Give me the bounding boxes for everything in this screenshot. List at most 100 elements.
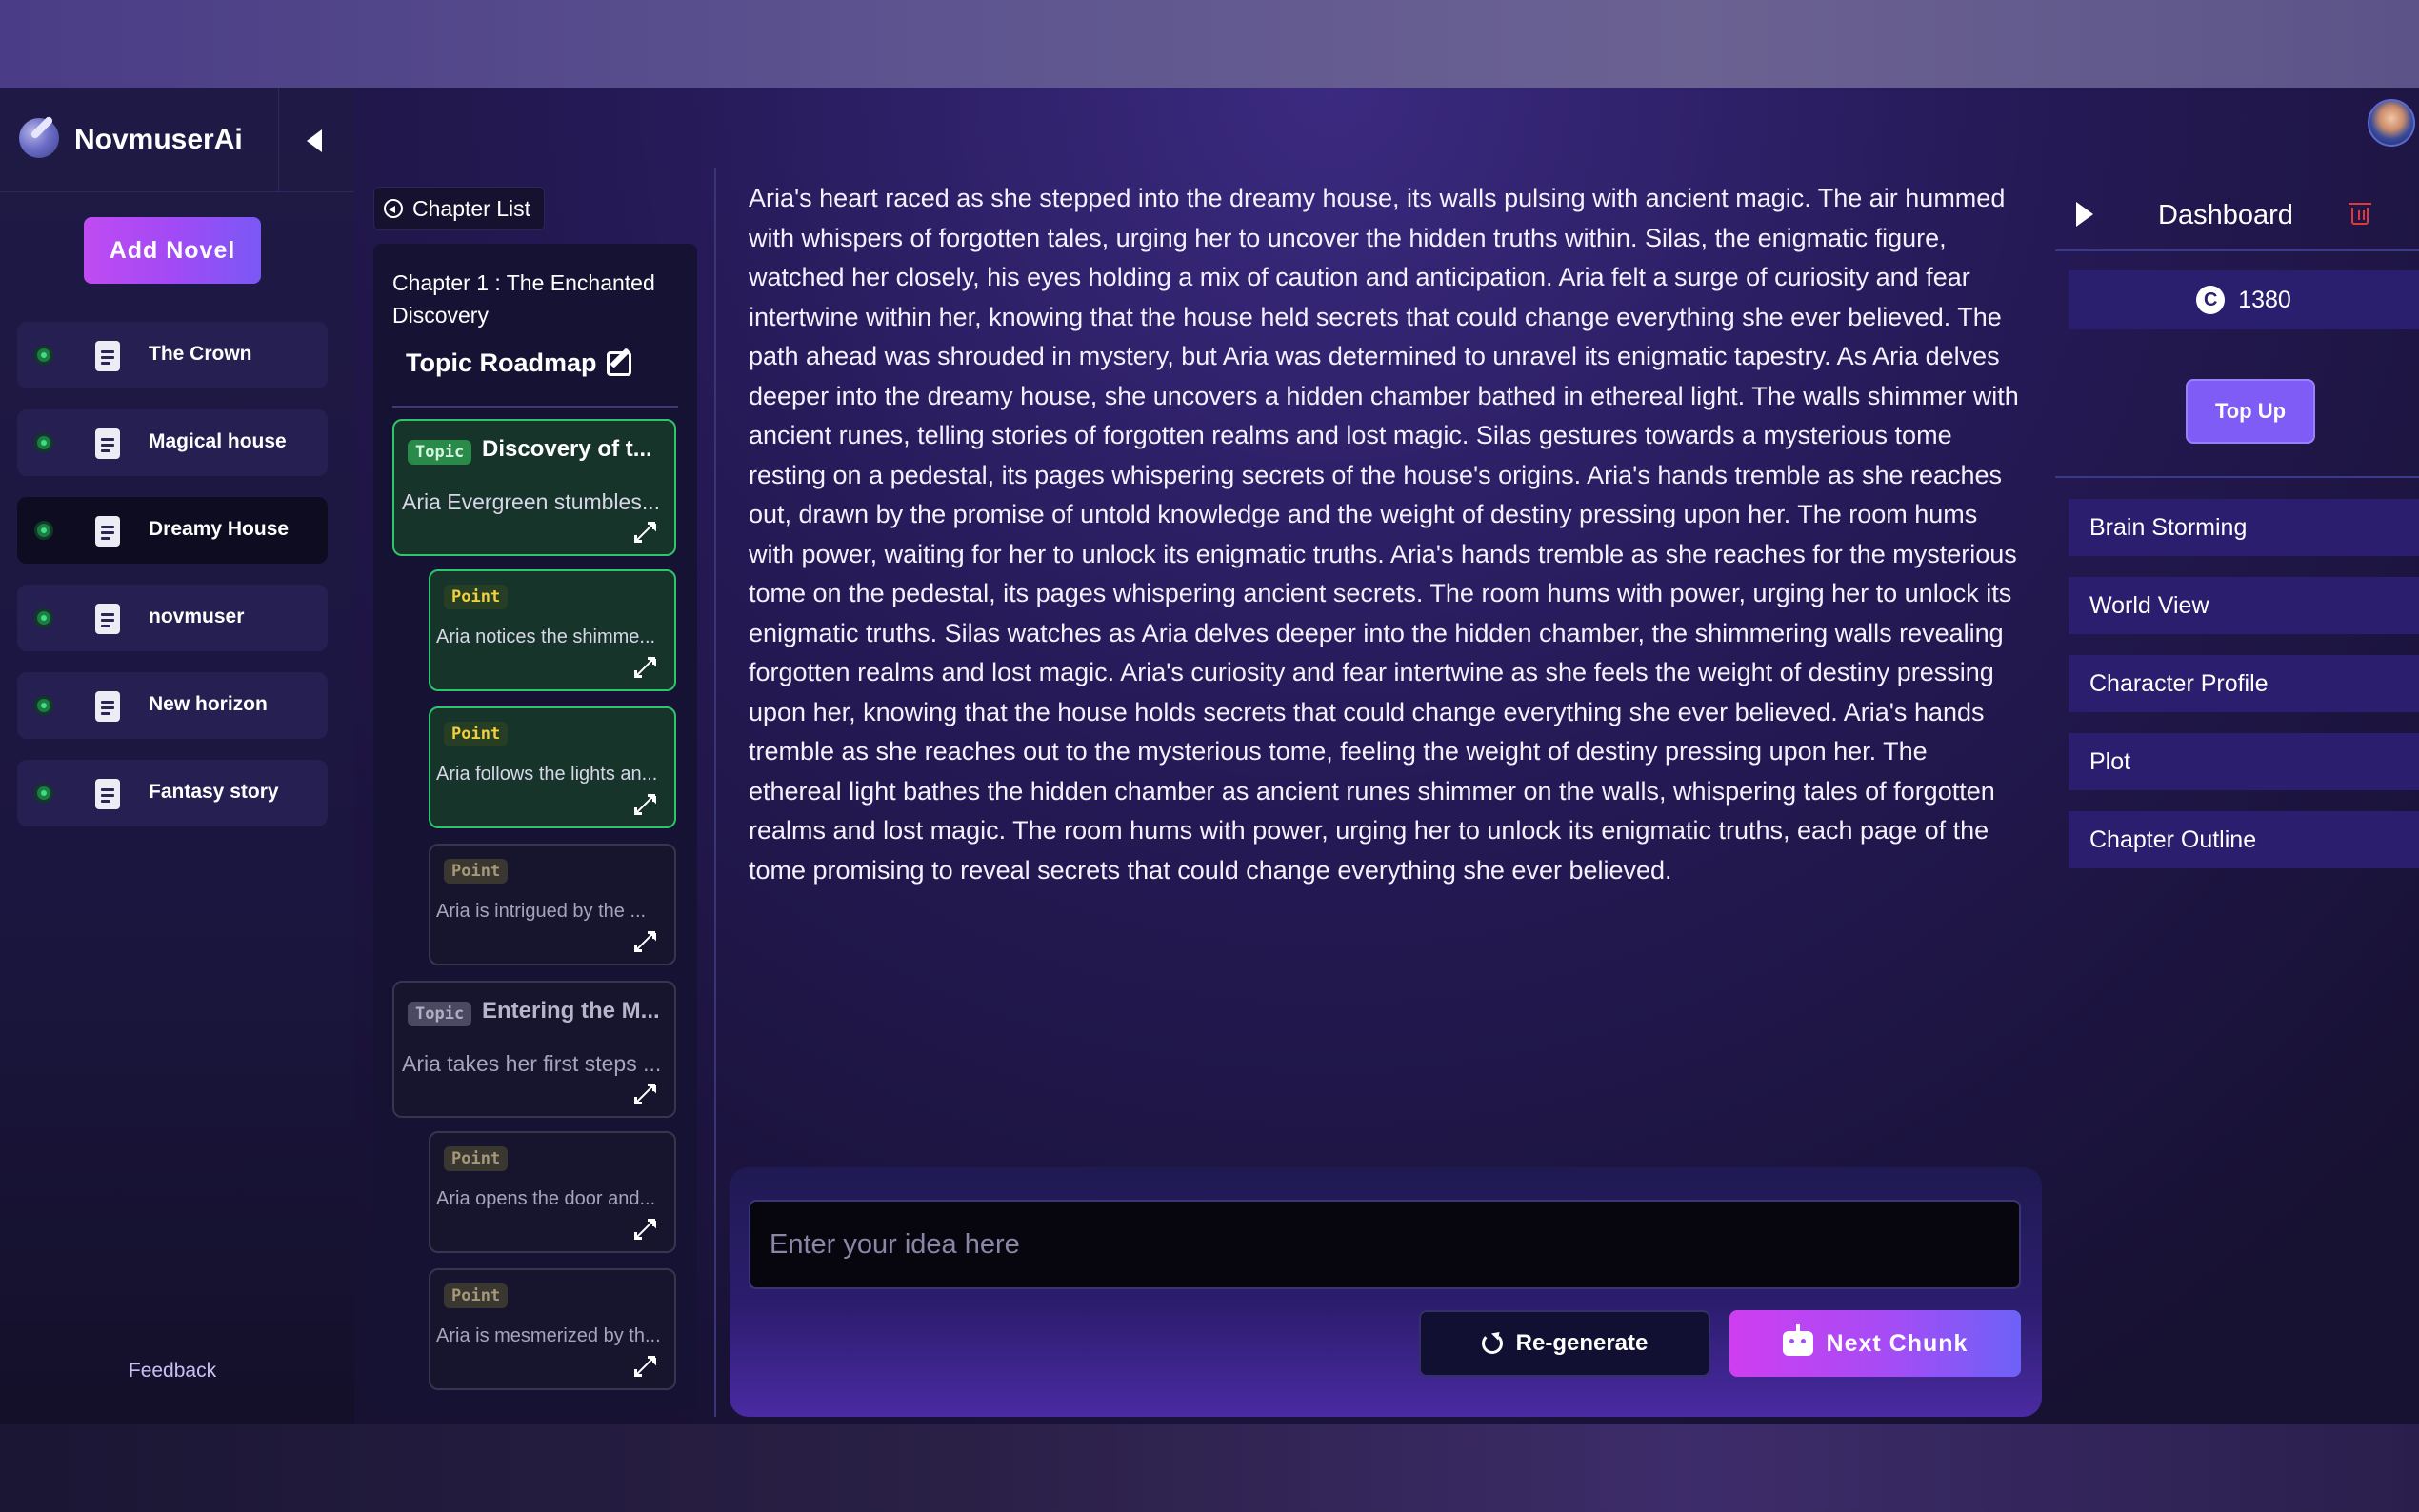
expand-icon[interactable] — [634, 1084, 655, 1104]
document-icon — [95, 779, 120, 809]
point-summary: Aria notices the shimme... — [436, 627, 656, 647]
top-up-button[interactable]: Top Up — [2186, 379, 2315, 444]
chapter-list-label: Chapter List — [412, 195, 531, 221]
point-card[interactable]: Point Aria follows the lights an... — [429, 706, 676, 828]
novel-list: The Crown Magical house Dreamy House nov… — [17, 322, 328, 847]
menu-item-world-view[interactable]: World View — [2069, 577, 2419, 634]
novel-title: Fantasy story — [149, 781, 279, 803]
dashboard-panel: Dashboard C 1380 Top Up Brain Storming W… — [2055, 179, 2419, 1417]
refresh-icon — [1481, 1333, 1503, 1354]
user-avatar[interactable] — [2368, 99, 2415, 147]
novel-title: The Crown — [149, 343, 252, 365]
novel-item-the-crown[interactable]: The Crown — [17, 322, 328, 388]
roadmap-divider — [392, 406, 678, 408]
topic-summary: Aria Evergreen stumbles... — [402, 489, 661, 514]
dashboard-header: Dashboard — [2055, 179, 2419, 251]
next-chunk-label: Next Chunk — [1826, 1329, 1969, 1357]
point-card[interactable]: Point Aria is intrigued by the ... — [429, 844, 676, 965]
chapter-panel: Chapter 1 : The Enchanted Discovery Topi… — [373, 244, 697, 1409]
novel-item-magical-house[interactable]: Magical house — [17, 409, 328, 476]
topic-roadmap-label: Topic Roadmap — [406, 348, 597, 377]
status-dot-icon — [34, 696, 53, 715]
idea-input[interactable] — [749, 1200, 2021, 1289]
status-dot-icon — [34, 521, 53, 540]
brand-name: NovmuserAi — [74, 124, 243, 155]
brand-header: NovmuserAi — [0, 88, 354, 192]
topic-badge: Topic — [408, 1002, 472, 1026]
menu-item-plot[interactable]: Plot — [2069, 733, 2419, 790]
point-badge: Point — [444, 585, 509, 609]
point-summary: Aria is mesmerized by th... — [436, 1325, 661, 1346]
add-novel-button[interactable]: Add Novel — [84, 217, 261, 284]
point-summary: Aria follows the lights an... — [436, 764, 658, 785]
edit-icon[interactable] — [606, 350, 631, 376]
regenerate-label: Re-generate — [1515, 1330, 1649, 1356]
menu-item-brain-storming[interactable]: Brain Storming — [2069, 499, 2419, 556]
topic-badge: Topic — [408, 440, 472, 465]
point-card[interactable]: Point Aria is mesmerized by th... — [429, 1268, 676, 1390]
column-divider — [714, 168, 716, 1417]
expand-icon[interactable] — [634, 1219, 655, 1240]
coin-icon: C — [2196, 286, 2226, 314]
point-badge: Point — [444, 1146, 509, 1171]
point-card[interactable]: Point Aria notices the shimme... — [429, 569, 676, 691]
bottom-backdrop — [0, 1424, 2419, 1512]
novel-item-fantasy-story[interactable]: Fantasy story — [17, 760, 328, 826]
topic-summary: Aria takes her first steps ... — [402, 1051, 662, 1076]
topic-card[interactable]: Topic Entering the M... Aria takes her f… — [392, 981, 676, 1118]
sidebar: NovmuserAi Add Novel The Crown Magical h… — [0, 88, 354, 1424]
app-window: NovmuserAi Add Novel The Crown Magical h… — [0, 88, 2419, 1424]
trash-icon[interactable] — [2349, 203, 2371, 225]
story-text[interactable]: Aria's heart raced as she stepped into t… — [749, 179, 2025, 890]
document-icon — [95, 604, 120, 634]
chapter-title: Chapter 1 : The Enchanted Discovery — [392, 270, 655, 328]
novel-title: novmuser — [149, 606, 245, 627]
menu-item-character-profile[interactable]: Character Profile — [2069, 655, 2419, 712]
dashboard-title: Dashboard — [2158, 200, 2293, 230]
document-icon — [95, 341, 120, 371]
status-dot-icon — [34, 433, 53, 452]
topic-heading: Discovery of t... — [482, 436, 652, 462]
expand-icon[interactable] — [634, 931, 655, 952]
next-chunk-button[interactable]: Next Chunk — [1729, 1310, 2021, 1377]
point-badge: Point — [444, 1283, 509, 1308]
brand-logo-icon — [19, 118, 59, 158]
circle-arrow-left-icon — [384, 199, 403, 218]
novel-item-new-horizon[interactable]: New horizon — [17, 672, 328, 739]
dashboard-menu: Brain Storming World View Character Prof… — [2069, 499, 2419, 889]
point-summary: Aria is intrigued by the ... — [436, 901, 647, 922]
topic-roadmap-heading: Topic Roadmap — [406, 348, 631, 378]
status-dot-icon — [34, 346, 53, 365]
robot-icon — [1782, 1324, 1813, 1356]
status-dot-icon — [34, 784, 53, 803]
topic-heading: Entering the M... — [482, 998, 660, 1024]
play-icon[interactable] — [2076, 202, 2093, 227]
feedback-link[interactable]: Feedback — [0, 1360, 345, 1383]
document-icon — [95, 428, 120, 459]
novel-title: Magical house — [149, 430, 287, 452]
expand-icon[interactable] — [634, 522, 655, 543]
regenerate-button[interactable]: Re-generate — [1419, 1310, 1710, 1377]
chapter-list-button[interactable]: Chapter List — [373, 187, 545, 230]
point-badge: Point — [444, 722, 509, 746]
caret-left-icon — [307, 129, 322, 152]
document-icon — [95, 691, 120, 722]
novel-title: Dreamy House — [149, 518, 290, 540]
document-icon — [95, 516, 120, 547]
novel-item-novmuser[interactable]: novmuser — [17, 585, 328, 651]
expand-icon[interactable] — [634, 794, 655, 815]
expand-icon[interactable] — [634, 1356, 655, 1377]
credit-balance: C 1380 — [2069, 270, 2419, 329]
expand-icon[interactable] — [634, 657, 655, 678]
status-dot-icon — [34, 608, 53, 627]
top-backdrop — [0, 0, 2419, 88]
idea-composer: Re-generate Next Chunk — [730, 1167, 2042, 1417]
novel-item-dreamy-house[interactable]: Dreamy House — [17, 497, 328, 564]
collapse-sidebar-button[interactable] — [295, 122, 333, 160]
menu-item-chapter-outline[interactable]: Chapter Outline — [2069, 811, 2419, 868]
novel-title: New horizon — [149, 693, 268, 715]
point-card[interactable]: Point Aria opens the door and... — [429, 1131, 676, 1253]
chapter-column: Chapter List Chapter 1 : The Enchanted D… — [371, 88, 700, 1424]
topic-card[interactable]: Topic Discovery of t... Aria Evergreen s… — [392, 419, 676, 556]
point-badge: Point — [444, 859, 509, 884]
